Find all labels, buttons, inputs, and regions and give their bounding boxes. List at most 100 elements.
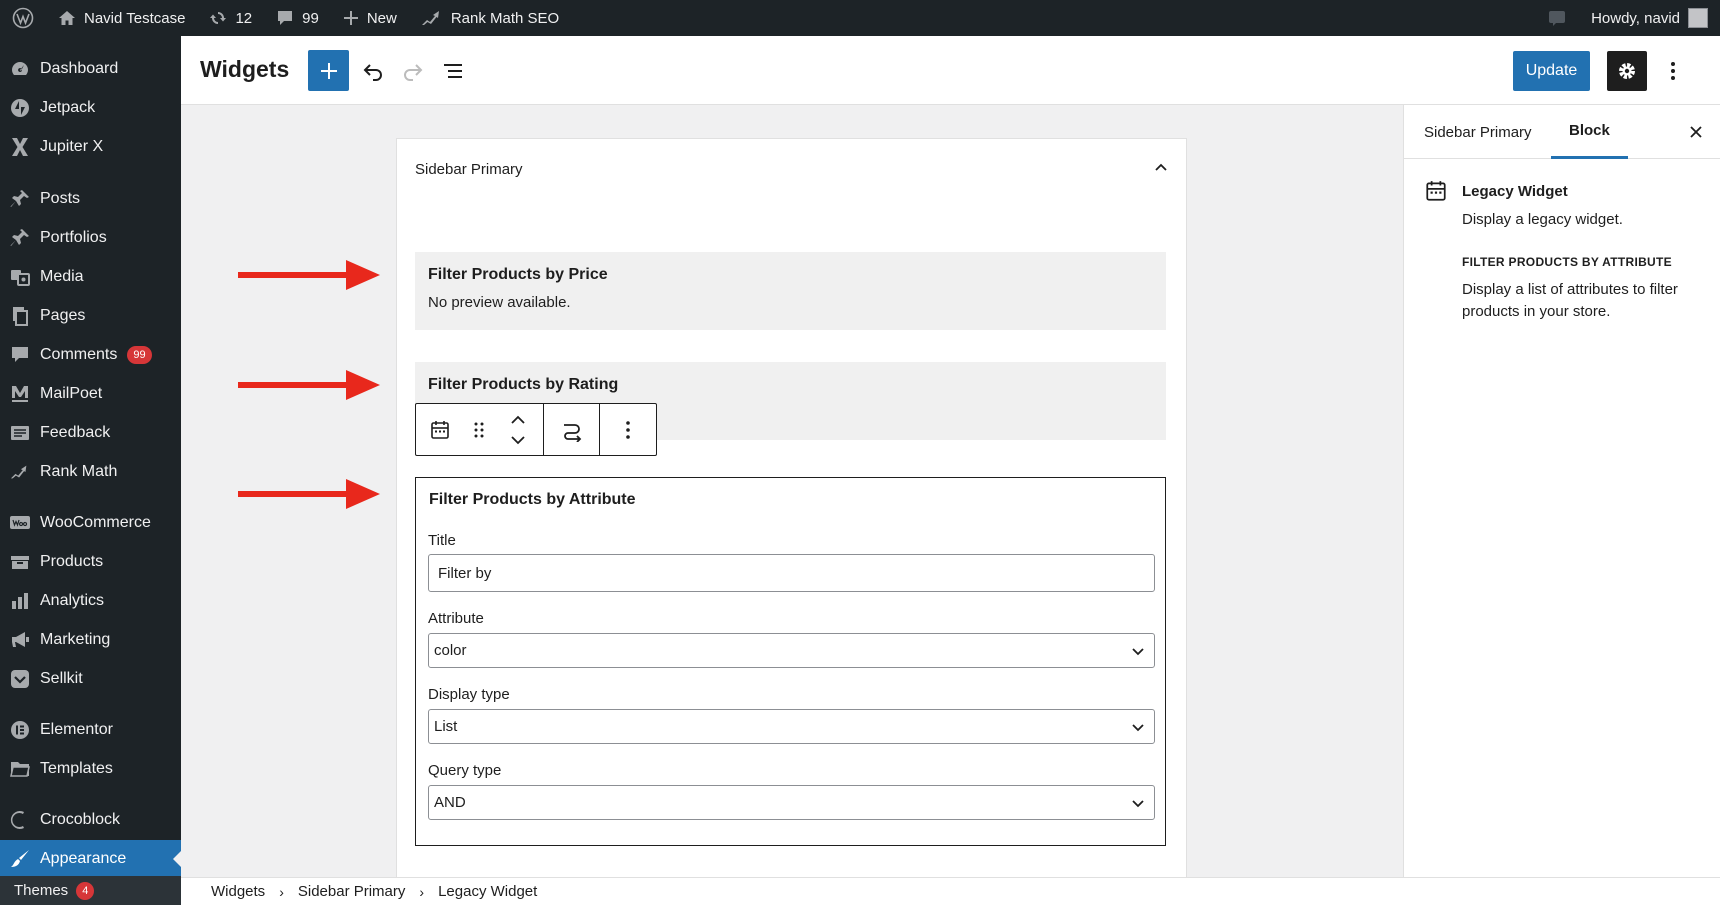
query-type-select[interactable]: AND [428, 785, 1155, 820]
menu-item-jupiter-x[interactable]: Jupiter X [0, 128, 181, 166]
menu-item-portfolios[interactable]: Portfolios [0, 219, 181, 257]
editor-canvas: Sidebar Primary Filter Products by Price… [181, 105, 1403, 877]
menu-item-appearance[interactable]: Appearance [0, 840, 181, 878]
menu-item-media[interactable]: Media [0, 258, 181, 296]
updates-link[interactable]: 12 [197, 0, 264, 36]
menu-item-crocoblock[interactable]: Crocoblock [0, 801, 181, 839]
comments-link[interactable]: 99 [264, 0, 331, 36]
undo-icon [363, 63, 382, 81]
menu-item-posts[interactable]: Posts [0, 180, 181, 218]
breadcrumb: Widgets › Sidebar Primary › Legacy Widge… [181, 877, 1720, 905]
menu-item-mailpoet[interactable]: MailPoet [0, 375, 181, 413]
comments-count: 99 [302, 9, 319, 27]
breadcrumb-separator-icon: › [419, 883, 425, 900]
move-block-buttons [494, 404, 542, 455]
menu-item-templates[interactable]: Templates [0, 750, 181, 788]
block-settings-sidebar: Sidebar Primary Block Legacy Widget Disp… [1403, 105, 1720, 877]
breadcrumb-item-legacy-widget[interactable]: Legacy Widget [438, 883, 537, 900]
crocoblock-icon [10, 811, 24, 829]
rank-math-icon [10, 465, 27, 479]
widget-section-title: FILTER PRODUCTS BY ATTRIBUTE [1462, 255, 1672, 269]
menu-item-woocommerce[interactable]: WooCommerce [0, 504, 181, 542]
title-field-label: Title [428, 532, 456, 549]
drag-handle[interactable] [464, 404, 494, 455]
wordpress-logo[interactable] [0, 0, 46, 36]
menu-item-marketing[interactable]: Marketing [0, 621, 181, 659]
folder-icon [10, 762, 30, 777]
new-content-link[interactable]: New [331, 0, 409, 36]
menu-item-jetpack[interactable]: Jetpack [0, 89, 181, 127]
menu-item-pages[interactable]: Pages [0, 297, 181, 335]
query-type-field-label: Query type [428, 762, 502, 779]
transform-button[interactable] [544, 404, 600, 455]
analytics-icon [12, 593, 28, 609]
block-card-description: Display a legacy widget. [1462, 211, 1623, 228]
menu-item-sellkit[interactable]: Sellkit [0, 660, 181, 698]
attribute-select[interactable]: color [428, 633, 1155, 668]
more-vertical-icon [1671, 62, 1675, 80]
plus-icon [320, 62, 337, 79]
dashboard-icon [12, 62, 28, 75]
move-up-icon[interactable] [510, 415, 526, 425]
menu-item-products[interactable]: Products [0, 543, 181, 581]
attribute-select-value: color [434, 642, 467, 659]
options-menu-button[interactable] [1653, 51, 1693, 91]
calendar-icon [431, 420, 449, 439]
widget-block-attribute-filter[interactable]: Filter Products by Attribute Title Attri… [415, 477, 1166, 846]
notifications-link[interactable] [1535, 0, 1579, 36]
menu-item-comments[interactable]: Comments 99 [0, 336, 181, 374]
elementor-icon [11, 721, 29, 739]
settings-button[interactable] [1607, 51, 1647, 91]
menu-item-rank-math[interactable]: Rank Math [0, 453, 181, 491]
updates-icon [210, 12, 227, 24]
menu-item-dashboard[interactable]: Dashboard [0, 50, 181, 88]
add-block-button[interactable] [308, 50, 349, 91]
annotation-arrow-icon [238, 370, 380, 400]
undo-button[interactable] [353, 50, 393, 91]
display-type-select[interactable]: List [428, 709, 1155, 744]
update-button[interactable]: Update [1513, 51, 1590, 91]
submenu-item-themes[interactable]: Themes 4 [0, 876, 181, 905]
widget-block-price-filter[interactable]: Filter Products by Price No preview avai… [415, 252, 1166, 330]
close-sidebar-button[interactable] [1684, 120, 1708, 144]
chevron-down-icon [1132, 648, 1144, 656]
widget-block-title: Filter Products by Price [428, 266, 608, 283]
howdy-greeting: Howdy, navid [1591, 9, 1680, 27]
collapse-area-button[interactable] [1149, 156, 1173, 180]
site-name: Navid Testcase [84, 9, 186, 27]
avatar [1688, 8, 1708, 28]
menu-item-elementor[interactable]: Elementor [0, 711, 181, 749]
widget-area-sidebar-primary: Sidebar Primary Filter Products by Price… [396, 138, 1187, 877]
comments-badge: 99 [127, 346, 152, 364]
rank-math-seo-link[interactable]: Rank Math SEO [409, 0, 571, 36]
themes-badge: 4 [76, 881, 95, 900]
pin-icon [10, 190, 29, 207]
account-link[interactable]: Howdy, navid [1579, 0, 1720, 36]
block-type-button[interactable] [416, 404, 464, 455]
redo-icon [404, 63, 423, 81]
block-toolbar [415, 403, 657, 456]
title-input[interactable] [428, 554, 1155, 592]
rank-math-seo-label: Rank Math SEO [450, 9, 560, 27]
feedback-icon [11, 426, 29, 440]
document-overview-button[interactable] [433, 50, 473, 91]
products-icon [11, 556, 29, 569]
menu-item-analytics[interactable]: Analytics [0, 582, 181, 620]
widget-block-title: Filter Products by Rating [428, 376, 619, 393]
widget-area-title: Sidebar Primary [415, 161, 523, 178]
move-down-icon[interactable] [510, 435, 526, 445]
home-icon [59, 11, 75, 25]
comments-icon [12, 347, 28, 362]
breadcrumb-item-widgets[interactable]: Widgets [211, 883, 265, 900]
tab-block[interactable]: Block [1551, 105, 1628, 159]
site-name-link[interactable]: Navid Testcase [46, 0, 197, 36]
drag-handle-icon [474, 422, 484, 437]
menu-item-feedback[interactable]: Feedback [0, 414, 181, 452]
tab-sidebar-primary[interactable]: Sidebar Primary [1424, 105, 1532, 159]
block-options-button[interactable] [600, 404, 656, 455]
transform-icon [563, 423, 581, 442]
redo-button[interactable] [393, 50, 433, 91]
page-title: Widgets [200, 56, 290, 82]
breadcrumb-item-sidebar-primary[interactable]: Sidebar Primary [298, 883, 406, 900]
media-icon [11, 270, 30, 286]
